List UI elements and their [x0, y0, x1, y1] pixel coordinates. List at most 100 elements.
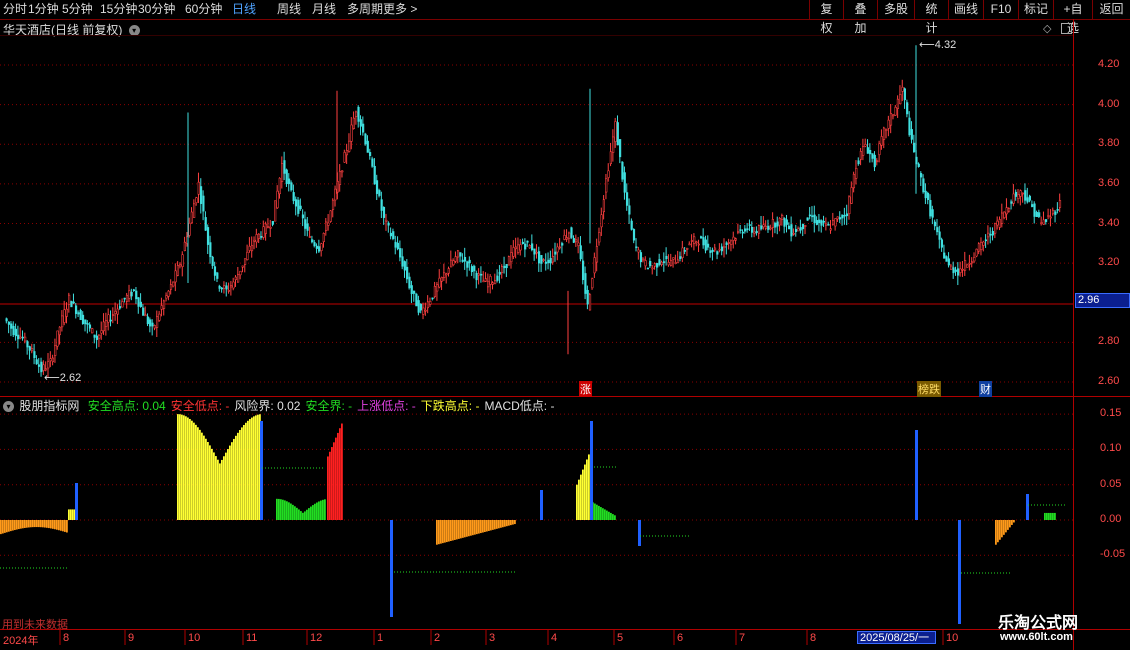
indicator-bar: [257, 414, 259, 520]
candle-body: [1017, 194, 1020, 199]
indicator-bar: [436, 520, 438, 545]
indicator-bar: [201, 432, 203, 520]
indicator-bar: [329, 451, 331, 520]
indicator-bars: [0, 414, 1066, 624]
candle-body: [952, 267, 955, 274]
candle-body: [139, 301, 142, 307]
date-tick-3: 10: [188, 632, 201, 644]
indicator-bar: [1054, 512, 1056, 520]
candle-body: [429, 301, 432, 305]
candle-body: [598, 232, 601, 243]
candle-body: [403, 261, 406, 271]
candle-body: [297, 199, 300, 214]
indicator-bar: [207, 442, 209, 520]
high-arrow-icon: ⟵: [919, 39, 935, 51]
candle-body: [744, 228, 747, 232]
indicator-bar: [458, 520, 460, 539]
candle-body: [605, 178, 608, 193]
current-price: 2.96: [1078, 294, 1100, 306]
candle-body: [30, 348, 34, 352]
indicator-bar: [260, 421, 263, 520]
candle-body: [406, 266, 409, 280]
candle-body: [510, 252, 513, 263]
indicator-bar: [600, 507, 602, 520]
candle-body: [903, 88, 906, 101]
indicator-bar: [454, 520, 456, 540]
marker-zhang[interactable]: 涨: [579, 381, 592, 397]
price-tick-3: 3.60: [1098, 176, 1120, 189]
watermark-url: www.60lt.com: [1000, 631, 1073, 643]
candle-body: [357, 106, 360, 122]
kline-chart[interactable]: [0, 0, 1130, 650]
candle-body: [378, 190, 381, 196]
indicator-bar: [38, 520, 40, 528]
candle-body: [732, 236, 735, 241]
candle-body: [424, 309, 427, 312]
candle-body: [274, 200, 277, 222]
candle-body: [841, 215, 844, 219]
candle-body: [359, 119, 362, 127]
candle-series: [5, 45, 1062, 378]
candle-body: [753, 231, 756, 234]
indicator-bar: [456, 520, 458, 540]
candle-body: [491, 282, 494, 285]
indicator-bar: [997, 520, 999, 543]
indicator-bar: [245, 422, 247, 520]
indicator-bar: [468, 520, 470, 537]
candle-body: [630, 220, 633, 230]
candle-body: [665, 255, 668, 260]
candle-body: [1028, 195, 1031, 201]
indicator-item-1: 安全低点: -: [170, 399, 230, 413]
candle-body: [954, 269, 957, 272]
indicator-bar: [512, 520, 514, 525]
candle-body: [193, 203, 196, 218]
candle-body: [107, 314, 110, 323]
candle-body: [70, 301, 73, 308]
candle-body: [5, 318, 8, 322]
candle-body: [785, 219, 788, 225]
indicator-bar: [464, 520, 466, 538]
indicator-bar: [16, 520, 18, 530]
indicator-bar: [484, 520, 486, 533]
candle-body: [628, 205, 631, 215]
candle-body: [910, 129, 913, 140]
candle-body: [533, 248, 536, 255]
candle-body: [1040, 222, 1043, 224]
candle-body: [838, 217, 842, 220]
candle-body: [1010, 201, 1013, 204]
candle-body: [436, 284, 439, 292]
candle-body: [19, 336, 22, 339]
marker-cai[interactable]: 财: [979, 381, 992, 397]
candle-body: [1044, 219, 1048, 222]
candle-body: [324, 221, 328, 232]
candle-body: [586, 289, 589, 305]
candle-body: [933, 221, 937, 227]
gear-icon[interactable]: ▾: [3, 401, 14, 413]
candle-body: [475, 272, 478, 281]
candle-body: [285, 169, 288, 185]
indicator-bar: [211, 448, 213, 520]
indicator-bar: [239, 430, 241, 520]
candle-body: [239, 270, 242, 276]
marker-bang[interactable]: 榜跌: [917, 381, 941, 397]
candle-body: [644, 260, 647, 267]
indicator-bar: [219, 463, 221, 520]
indicator-bar: [590, 421, 593, 520]
candle-body: [81, 314, 85, 324]
candle-body: [334, 188, 337, 201]
candle-body: [264, 223, 268, 234]
candle-body: [931, 209, 934, 218]
candle-body: [65, 308, 68, 317]
candle-body: [940, 239, 944, 248]
candle-body: [283, 160, 286, 174]
candle-body: [579, 245, 582, 260]
indicator-bar: [205, 438, 207, 520]
candle-body: [591, 278, 594, 289]
indicator-bar: [610, 512, 612, 520]
indicator-bar: [308, 508, 310, 520]
candle-body: [267, 226, 270, 228]
candle-body: [723, 246, 726, 248]
indicator-bar: [284, 500, 286, 520]
candle-body: [887, 119, 890, 129]
candle-body: [813, 214, 816, 224]
